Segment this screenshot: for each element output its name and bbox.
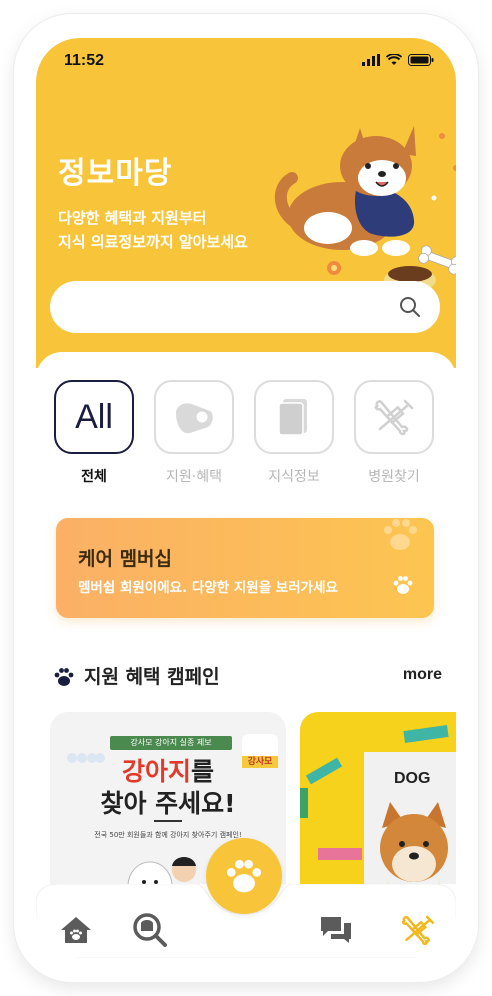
hero-section: 11:52 정보마당 다양한 혜택과 지원부터 지식 의료정보까지 알아보세요 xyxy=(36,38,456,368)
membership-banner[interactable]: 케어 멤버십 멤버쉽 회원이에요. 다양한 지원을 보러가세요 xyxy=(56,518,434,618)
category-benefits-box[interactable] xyxy=(154,380,234,454)
campaign-section-header: 지원 혜택 캠페인 more xyxy=(52,660,442,690)
chat-icon xyxy=(321,917,351,943)
search-icon[interactable] xyxy=(398,295,422,319)
cloud-decor xyxy=(67,753,105,763)
phone-frame: 11:52 정보마당 다양한 혜택과 지원부터 지식 의료정보까지 알아보세요 … xyxy=(14,14,478,982)
category-knowledge[interactable]: 지식정보 xyxy=(254,380,334,486)
dog-poster-label: DOG xyxy=(394,770,431,787)
tab-hospital[interactable] xyxy=(398,910,438,950)
home-icon xyxy=(61,917,91,943)
campaign-headline-rest: 를 xyxy=(191,757,215,786)
decor-paw-icon xyxy=(384,519,417,550)
book-icon xyxy=(278,399,307,436)
decor-strip xyxy=(403,724,449,744)
campaign-card-dog[interactable]: DOG xyxy=(300,712,456,912)
tab-chat[interactable] xyxy=(316,910,356,950)
decor-strip xyxy=(300,788,308,818)
search-pet-icon xyxy=(133,913,167,947)
syringe-bone-icon xyxy=(401,915,434,946)
all-icon: All xyxy=(75,397,113,436)
category-knowledge-box[interactable] xyxy=(254,380,334,454)
category-all-label: 전체 xyxy=(81,469,107,485)
campaign-headline-line2: 찾아 주세요! xyxy=(100,789,236,818)
page-title: 정보마당 xyxy=(58,156,173,191)
tab-home[interactable] xyxy=(56,910,96,950)
center-paw-button[interactable] xyxy=(206,838,282,914)
status-bar: 11:52 xyxy=(36,38,456,82)
divider xyxy=(154,820,182,822)
battery-icon xyxy=(408,54,434,66)
category-tabs: All 전체 지원·혜택 지식정보 병원찾기 xyxy=(54,380,444,490)
app-screen: 11:52 정보마당 다양한 혜택과 지원부터 지식 의료정보까지 알아보세요 … xyxy=(36,38,456,958)
membership-subtitle: 멤버쉽 회원이에요. 다양한 지원을 보러가세요 xyxy=(78,580,338,596)
category-knowledge-label: 지식정보 xyxy=(268,469,320,485)
decor-strip xyxy=(305,757,343,785)
category-all-box[interactable]: All xyxy=(54,380,134,454)
search-bar[interactable] xyxy=(50,281,440,333)
category-hospital[interactable]: 병원찾기 xyxy=(354,380,434,486)
section-title: 지원 혜택 캠페인 xyxy=(84,666,220,688)
syringe-bone-icon xyxy=(374,399,414,436)
decor-strip xyxy=(318,848,362,860)
category-hospital-label: 병원찾기 xyxy=(368,469,420,485)
status-time: 11:52 xyxy=(64,52,105,69)
category-benefits-label: 지원·혜택 xyxy=(166,469,222,485)
category-hospital-box[interactable] xyxy=(354,380,434,454)
corgi-illustration xyxy=(274,126,456,292)
tab-search[interactable] xyxy=(130,910,170,950)
paw-icon xyxy=(54,668,74,686)
campaign-headline-highlight: 강아지 xyxy=(121,757,191,786)
campaign-tag: 강사모 강아지 실종 제보 xyxy=(110,736,232,750)
paw-icon xyxy=(226,859,262,893)
category-all[interactable]: All 전체 xyxy=(54,380,134,486)
status-icons xyxy=(362,54,434,66)
wifi-icon xyxy=(386,54,402,65)
hero-subtitle-line1: 다양한 혜택과 지원부터 xyxy=(58,209,207,227)
hero-subtitle-line2: 지식 의료정보까지 알아보세요 xyxy=(58,233,248,251)
hero-subtitle: 다양한 혜택과 지원부터 지식 의료정보까지 알아보세요 xyxy=(58,206,248,254)
paw-icon xyxy=(393,576,413,594)
signal-icon xyxy=(362,54,380,66)
category-benefits[interactable]: 지원·혜택 xyxy=(154,380,234,486)
pet-tag-icon xyxy=(176,403,213,434)
more-link[interactable]: more xyxy=(403,666,442,684)
membership-title: 케어 멤버십 xyxy=(78,548,173,570)
